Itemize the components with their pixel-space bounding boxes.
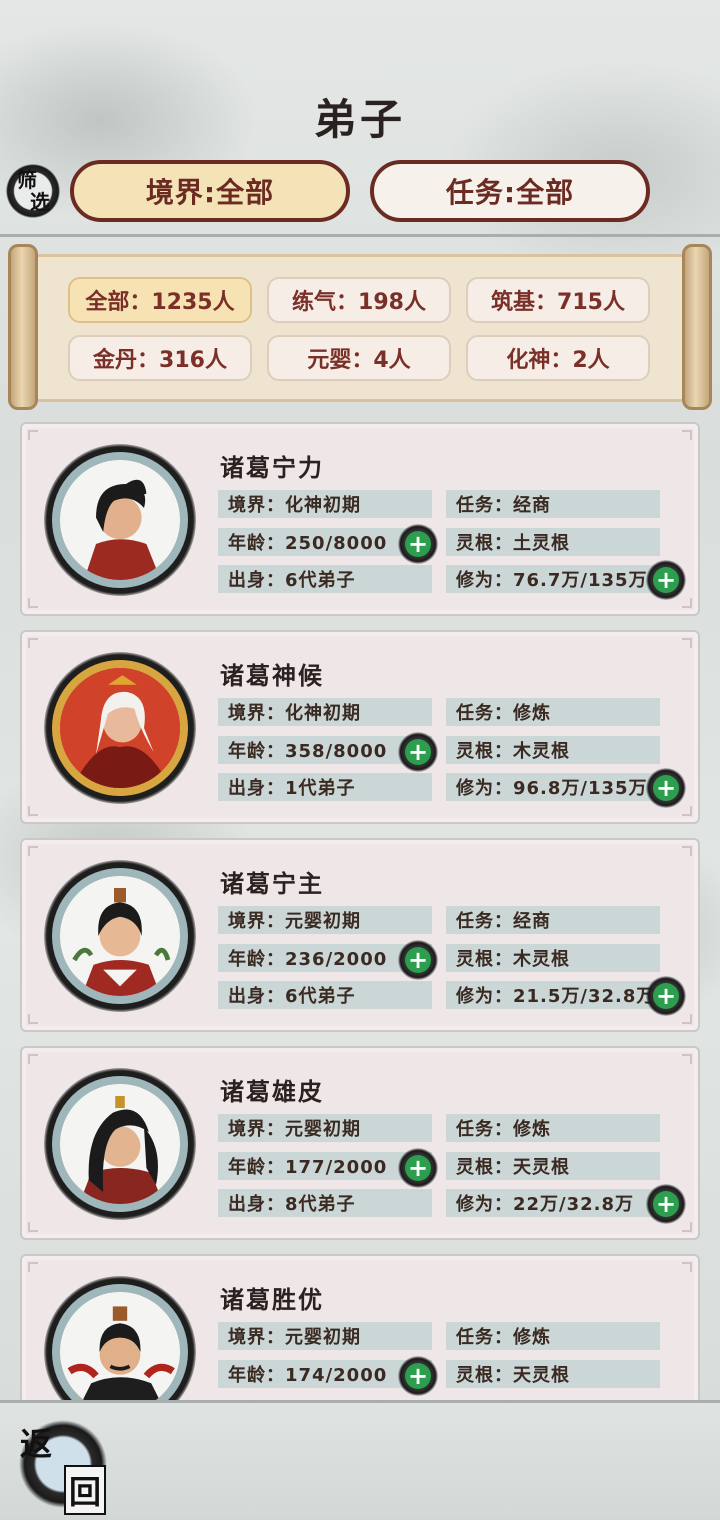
task-field: 任务：修炼 [446, 698, 660, 726]
disciple-name: 诸葛神候 [220, 662, 324, 690]
scroll-rod-left [8, 244, 38, 410]
disciple-card[interactable]: 诸葛神候 境界：化神初期 任务：修炼 年龄：358/8000 灵根：木灵根 出身… [20, 630, 700, 824]
root-field: 灵根：木灵根 [446, 736, 660, 764]
disciple-name: 诸葛雄皮 [220, 1078, 324, 1106]
plus-icon: + [653, 567, 679, 593]
scroll-paper: 全部：1235人 练气：198人 筑基：715人 金丹：316人 元婴：4人 化… [38, 254, 682, 402]
plus-icon: + [405, 1155, 431, 1181]
stat-zhuji[interactable]: 筑基：715人 [466, 277, 650, 323]
add-cultivation-button[interactable]: + [646, 768, 686, 808]
stat-yuanying[interactable]: 元婴：4人 [267, 335, 451, 381]
avatar [52, 868, 188, 1004]
origin-field: 出身：6代弟子 [218, 565, 432, 593]
plus-icon: + [653, 775, 679, 801]
add-cultivation-button[interactable]: + [646, 560, 686, 600]
task-field: 任务：修炼 [446, 1322, 660, 1350]
filter-icon[interactable]: 筛 选 [4, 162, 62, 220]
realm-stats-scroll: 全部：1235人 练气：198人 筑基：715人 金丹：316人 元婴：4人 化… [6, 244, 714, 412]
realm-field: 境界：元婴初期 [218, 1114, 432, 1142]
back-char-1: 返 [20, 1425, 53, 1463]
add-age-button[interactable]: + [398, 524, 438, 564]
task-field: 任务：经商 [446, 490, 660, 518]
bottom-bar: 返 回 [0, 1400, 720, 1520]
filter-char-1: 筛 [17, 168, 37, 192]
disciple-card[interactable]: 诸葛雄皮 境界：元婴初期 任务：修炼 年龄：177/2000 灵根：天灵根 出身… [20, 1046, 700, 1240]
page-title: 弟子 [313, 95, 406, 144]
plus-icon: + [405, 531, 431, 557]
origin-field: 出身：1代弟子 [218, 773, 432, 801]
disciple-list[interactable]: 诸葛宁力 境界：化神初期 任务：经商 年龄：250/8000 灵根：土灵根 出身… [0, 418, 720, 1400]
scroll-rod-right [682, 244, 712, 410]
back-button[interactable]: 返 回 [16, 1417, 110, 1515]
origin-field: 出身：6代弟子 [218, 981, 432, 1009]
task-field: 任务：经商 [446, 906, 660, 934]
disciple-name: 诸葛宁力 [220, 454, 324, 482]
filter-char-2: 选 [30, 190, 50, 214]
add-cultivation-button[interactable]: + [646, 976, 686, 1016]
add-age-button[interactable]: + [398, 1356, 438, 1396]
disciple-card[interactable]: 诸葛宁力 境界：化神初期 任务：经商 年龄：250/8000 灵根：土灵根 出身… [20, 422, 700, 616]
task-filter-button[interactable]: 任务:全部 [370, 160, 650, 222]
plus-icon: + [405, 739, 431, 765]
add-age-button[interactable]: + [398, 732, 438, 772]
root-field: 灵根：天灵根 [446, 1152, 660, 1180]
root-field: 灵根：木灵根 [446, 944, 660, 972]
root-field: 灵根：天灵根 [446, 1360, 660, 1388]
avatar [52, 660, 188, 796]
realm-field: 境界：元婴初期 [218, 906, 432, 934]
stat-huashen[interactable]: 化神：2人 [466, 335, 650, 381]
plus-icon: + [653, 983, 679, 1009]
disciple-card[interactable]: 诸葛胜优 境界：元婴初期 任务：修炼 年龄：174/2000 灵根：天灵根 + [20, 1254, 700, 1400]
header-divider [0, 234, 720, 237]
disciple-name: 诸葛宁主 [220, 870, 324, 898]
add-age-button[interactable]: + [398, 1148, 438, 1188]
cultivation-field: 修为：21.5万/32.8万 [446, 981, 660, 1009]
realm-filter-button[interactable]: 境界:全部 [70, 160, 350, 222]
task-field: 任务：修炼 [446, 1114, 660, 1142]
disciple-name: 诸葛胜优 [220, 1286, 324, 1314]
root-field: 灵根：土灵根 [446, 528, 660, 556]
plus-icon: + [405, 947, 431, 973]
add-age-button[interactable]: + [398, 940, 438, 980]
stat-jindan[interactable]: 金丹：316人 [68, 335, 252, 381]
plus-icon: + [653, 1191, 679, 1217]
cultivation-field: 修为：76.7万/135万 [446, 565, 660, 593]
realm-field: 境界：化神初期 [218, 698, 432, 726]
stat-lianqi[interactable]: 练气：198人 [267, 277, 451, 323]
realm-field: 境界：化神初期 [218, 490, 432, 518]
avatar [52, 1076, 188, 1212]
plus-icon: + [405, 1363, 431, 1389]
origin-field: 出身：8代弟子 [218, 1189, 432, 1217]
stat-all[interactable]: 全部：1235人 [68, 277, 252, 323]
add-cultivation-button[interactable]: + [646, 1184, 686, 1224]
cultivation-field: 修为：22万/32.8万 [446, 1189, 660, 1217]
cultivation-field: 修为：96.8万/135万 [446, 773, 660, 801]
back-char-2: 回 [64, 1465, 107, 1515]
realm-field: 境界：元婴初期 [218, 1322, 432, 1350]
avatar [52, 452, 188, 588]
disciple-card[interactable]: 诸葛宁主 境界：元婴初期 任务：经商 年龄：236/2000 灵根：木灵根 出身… [20, 838, 700, 1032]
